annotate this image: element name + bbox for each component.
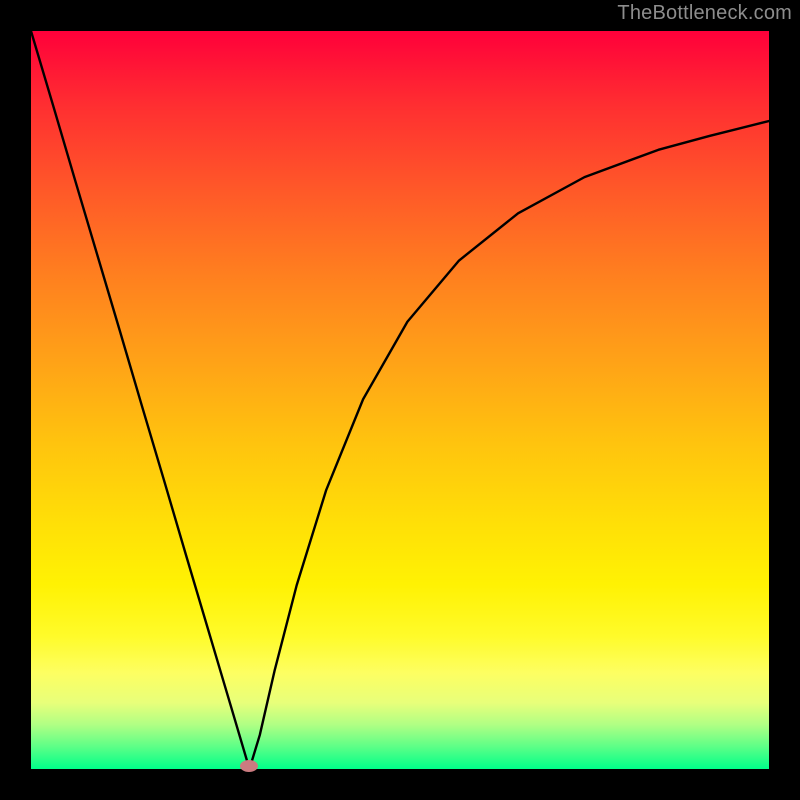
watermark-text: TheBottleneck.com bbox=[617, 2, 792, 25]
chart-frame: TheBottleneck.com bbox=[0, 0, 800, 800]
plot-area bbox=[31, 31, 769, 769]
minimum-marker bbox=[240, 760, 258, 772]
curve-line bbox=[31, 31, 769, 769]
